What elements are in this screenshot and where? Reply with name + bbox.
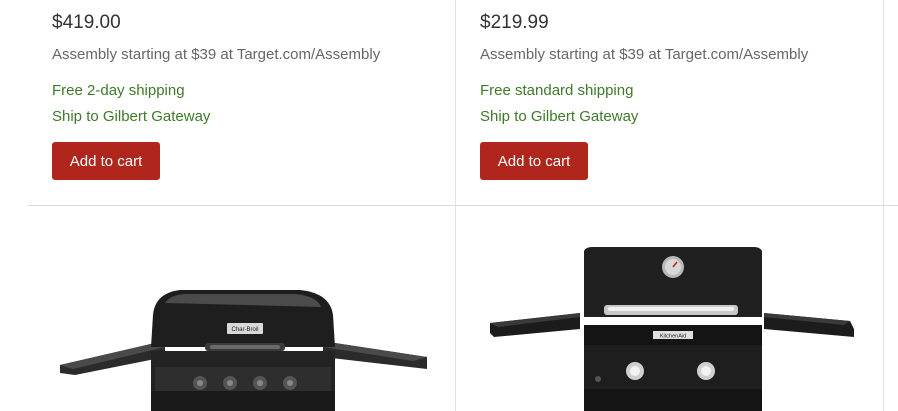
- add-to-cart-button[interactable]: Add to cart: [52, 142, 160, 180]
- product-card: $219.99 Assembly starting at $39 at Targ…: [480, 0, 870, 200]
- product-card: $419.00 Assembly starting at $39 at Targ…: [52, 0, 442, 200]
- product-image-grill[interactable]: KitchenAid: [488, 245, 858, 411]
- shipping-info: Free 2-day shipping: [52, 82, 185, 99]
- assembly-info[interactable]: Assembly starting at $39 at Target.com/A…: [480, 46, 808, 63]
- row-divider: [28, 205, 898, 206]
- assembly-info[interactable]: Assembly starting at $39 at Target.com/A…: [52, 46, 380, 63]
- product-price: $219.99: [480, 12, 549, 33]
- shipping-info: Free standard shipping: [480, 82, 634, 99]
- ship-to-store[interactable]: Ship to Gilbert Gateway: [480, 108, 638, 125]
- ship-to-store[interactable]: Ship to Gilbert Gateway: [52, 108, 210, 125]
- grill-brand-mark: KitchenAid: [660, 334, 686, 340]
- product-image-grill[interactable]: Char-Broil: [55, 285, 430, 411]
- product-price: $419.00: [52, 12, 121, 33]
- grill-brand-mark: Char-Broil: [231, 327, 258, 333]
- add-to-cart-button[interactable]: Add to cart: [480, 142, 588, 180]
